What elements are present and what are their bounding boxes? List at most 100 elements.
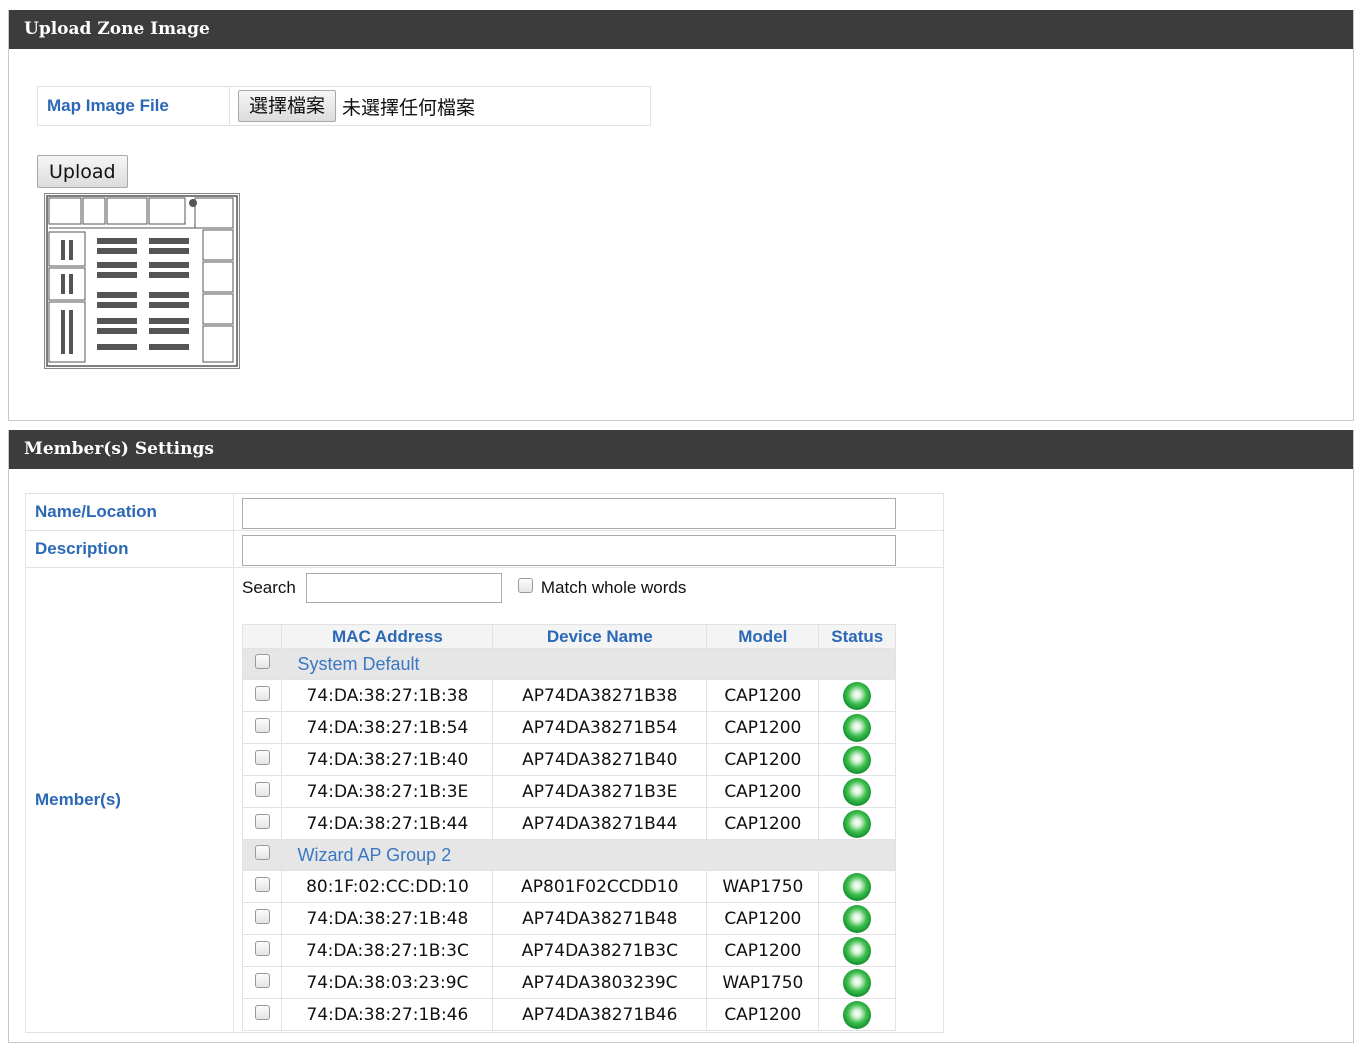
device-model: CAP1200 — [706, 998, 820, 1031]
group-row: System Default — [241, 648, 896, 680]
mac-address-header: MAC Address — [281, 624, 494, 649]
members-settings-panel: Member(s) Settings Name/Location Descrip… — [8, 430, 1354, 1043]
device-checkbox-cell — [241, 743, 283, 776]
device-mac: 74:DA:38:27:1B:3E — [281, 775, 494, 808]
file-input: 選擇檔案 未選擇任何檔案 — [230, 87, 650, 125]
device-checkbox[interactable] — [254, 1004, 270, 1020]
name-location-input[interactable] — [242, 498, 896, 529]
status-online-icon — [843, 809, 872, 838]
device-name: AP74DA38271B3E — [492, 775, 708, 808]
device-checkbox[interactable] — [254, 749, 270, 765]
device-mac: 74:DA:38:27:1B:54 — [281, 711, 494, 744]
status-online-icon — [843, 1000, 872, 1029]
device-mac: 74:DA:38:27:1B:48 — [281, 902, 494, 935]
device-status-cell — [818, 679, 896, 712]
device-status-cell — [818, 902, 896, 935]
description-input[interactable] — [242, 535, 896, 566]
search-bar: Search Match whole words — [242, 572, 686, 604]
device-model: CAP1200 — [706, 711, 820, 744]
device-checkbox-cell — [241, 807, 283, 840]
device-row: 74:DA:38:27:1B:40 AP74DA38271B40 CAP1200 — [241, 743, 896, 776]
status-online-icon — [843, 904, 872, 933]
status-online-icon — [843, 713, 872, 742]
group-checkbox[interactable] — [254, 654, 270, 669]
device-table: MAC Address Device Name Model Status Sys… — [241, 624, 896, 1031]
device-status-cell — [818, 934, 896, 967]
device-mac: 74:DA:38:27:1B:38 — [281, 679, 494, 712]
device-row: 74:DA:38:03:23:9C AP74DA3803239C WAP1750 — [241, 966, 896, 999]
device-status-cell — [818, 775, 896, 808]
device-name: AP801F02CCDD10 — [492, 870, 708, 903]
device-row: 74:DA:38:27:1B:54 AP74DA38271B54 CAP1200 — [241, 711, 896, 744]
device-checkbox[interactable] — [254, 813, 270, 829]
device-name-header: Device Name — [492, 624, 708, 649]
upload-zone-title: Upload Zone Image — [9, 10, 1353, 49]
group-checkbox-cell — [241, 648, 283, 680]
file-status-text: 未選擇任何檔案 — [342, 96, 476, 119]
device-checkbox[interactable] — [254, 972, 270, 988]
device-mac: 74:DA:38:03:23:9C — [281, 966, 494, 999]
device-row: 74:DA:38:27:1B:3C AP74DA38271B3C CAP1200 — [241, 934, 896, 967]
group-checkbox[interactable] — [254, 845, 270, 860]
device-mac: 74:DA:38:27:1B:46 — [281, 998, 494, 1031]
device-row: 74:DA:38:27:1B:3E AP74DA38271B3E CAP1200 — [241, 775, 896, 808]
device-checkbox[interactable] — [254, 781, 270, 797]
device-checkbox-cell — [241, 902, 283, 935]
device-name: AP74DA3803239C — [492, 966, 708, 999]
members-label: Member(s) — [26, 568, 234, 1032]
device-checkbox-cell — [241, 966, 283, 999]
floor-plan-thumbnail — [44, 193, 240, 369]
device-name: AP74DA38271B44 — [492, 807, 708, 840]
device-mac: 74:DA:38:27:1B:44 — [281, 807, 494, 840]
device-name: AP74DA38271B3C — [492, 934, 708, 967]
choose-file-button[interactable]: 選擇檔案 — [238, 90, 337, 122]
device-checkbox-cell — [241, 711, 283, 744]
device-row: 74:DA:38:27:1B:48 AP74DA38271B48 CAP1200 — [241, 902, 896, 935]
device-model: CAP1200 — [706, 934, 820, 967]
device-row: 74:DA:38:27:1B:46 AP74DA38271B46 CAP1200 — [241, 998, 896, 1031]
search-label: Search — [242, 578, 296, 597]
match-whole-words-checkbox[interactable] — [517, 577, 533, 593]
status-online-icon — [843, 681, 872, 710]
device-status-cell — [818, 998, 896, 1031]
device-row: 74:DA:38:27:1B:38 AP74DA38271B38 CAP1200 — [241, 679, 896, 712]
device-status-cell — [818, 807, 896, 840]
device-checkbox[interactable] — [254, 685, 270, 701]
members-form: Name/Location Description Member(s) Sear… — [25, 493, 944, 1033]
floor-plan-drawing — [46, 195, 238, 367]
match-whole-words[interactable]: Match whole words — [517, 577, 687, 598]
device-checkbox[interactable] — [254, 908, 270, 924]
device-model: WAP1750 — [706, 966, 820, 999]
search-input[interactable] — [305, 573, 502, 603]
device-checkbox-cell — [241, 998, 283, 1031]
device-checkbox[interactable] — [254, 940, 270, 956]
device-model: CAP1200 — [706, 679, 820, 712]
device-mac: 80:1F:02:CC:DD:10 — [281, 870, 494, 903]
group-row: Wizard AP Group 2 — [241, 839, 896, 871]
status-online-icon — [843, 745, 872, 774]
device-model: WAP1750 — [706, 870, 820, 903]
device-status-cell — [818, 711, 896, 744]
status-online-icon — [843, 968, 872, 997]
device-checkbox[interactable] — [254, 876, 270, 892]
members-settings-title: Member(s) Settings — [9, 430, 1353, 469]
device-model: CAP1200 — [706, 775, 820, 808]
device-name: AP74DA38271B38 — [492, 679, 708, 712]
map-image-file-label: Map Image File — [38, 87, 230, 125]
device-name: AP74DA38271B46 — [492, 998, 708, 1031]
model-header: Model — [706, 624, 820, 649]
status-online-icon — [843, 936, 872, 965]
device-model: CAP1200 — [706, 807, 820, 840]
device-checkbox[interactable] — [254, 717, 270, 733]
group-name: Wizard AP Group 2 — [281, 839, 896, 871]
status-online-icon — [843, 872, 872, 901]
device-status-cell — [818, 870, 896, 903]
device-name: AP74DA38271B54 — [492, 711, 708, 744]
select-column-header — [241, 624, 283, 649]
map-image-file-row: Map Image File 選擇檔案 未選擇任何檔案 — [37, 86, 651, 126]
device-checkbox-cell — [241, 870, 283, 903]
match-whole-words-label: Match whole words — [540, 578, 687, 597]
group-name: System Default — [281, 648, 896, 680]
upload-button[interactable]: Upload — [37, 155, 128, 188]
description-row: Description — [26, 531, 943, 568]
